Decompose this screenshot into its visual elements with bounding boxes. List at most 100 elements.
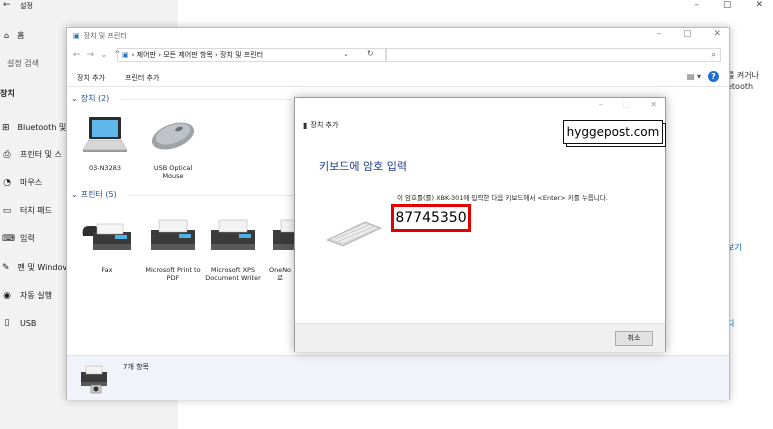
device-label: Microsoft XPS Document Writer [205, 266, 261, 282]
mouse-icon: ◔ [3, 177, 11, 188]
group-divider [127, 195, 297, 196]
settings-nav-autoplay[interactable]: ◉ 자동 실행 [2, 290, 66, 301]
cp-window-controls: – ▢ ✕ [656, 29, 721, 39]
settings-nav-mouse[interactable]: ◔ 마우스 [2, 177, 66, 188]
settings-home[interactable]: ⌂ 홈 [4, 30, 24, 41]
settings-nav-pen[interactable]: ✎ 펜 및 Windov [2, 262, 66, 273]
laptop-icon [82, 117, 128, 152]
add-device-icon: ▮ [303, 120, 308, 130]
cancel-button[interactable]: 취소 [615, 331, 653, 346]
dialog-title: 장치 추가 [310, 121, 339, 129]
printer-icon [211, 219, 255, 250]
address-row: ← → ⌄ ↑ ▣ › 제어판 › 모든 제어판 항목 › 장치 및 프린터 ⌄… [67, 48, 729, 64]
nav-arrows: ← → ⌄ ↑ [73, 50, 121, 60]
watermark-logo: hyggepost.com [563, 120, 663, 144]
settings-nav-label: 자동 실행 [20, 291, 52, 300]
devices-printers-icon: ▣ [73, 32, 80, 40]
dialog-heading: 키보드에 암호 입력 [319, 160, 407, 173]
settings-nav-touchpad[interactable]: ▭ 터치 패드 [2, 205, 66, 216]
printer-microsoft-print-to-pdf[interactable]: Microsoft Print to PDF [143, 214, 203, 282]
settings-nav-label: 펜 및 Windov [17, 263, 66, 272]
printer-icon [151, 219, 195, 250]
minimize-icon[interactable]: – [656, 29, 661, 39]
view-options-icon[interactable]: ▤ ▾ [687, 72, 701, 81]
add-device-command[interactable]: 장치 추가 [77, 73, 105, 83]
dialog-window-controls: – ▢ ✕ [599, 100, 657, 109]
printer-icon [273, 219, 295, 250]
group-divider [121, 99, 291, 100]
maximize-icon[interactable]: ▢ [683, 29, 692, 39]
settings-nav-label: 마우스 [20, 178, 43, 187]
close-icon[interactable]: ✕ [755, 0, 763, 10]
add-printer-command[interactable]: 프린터 추가 [125, 73, 159, 83]
printer-camera-icon [81, 365, 107, 394]
printer-icon: ⎙ [3, 149, 11, 160]
group-label: 장치 (2) [80, 94, 110, 103]
chevron-down-icon: ⌄ [71, 94, 78, 103]
fax-icon [82, 223, 131, 250]
settings-nav-label: 터치 패드 [20, 206, 52, 215]
device-label: Microsoft Print to PDF [145, 266, 201, 282]
maximize-icon: ▢ [622, 100, 631, 109]
printer-fax[interactable]: Fax [77, 214, 137, 274]
breadcrumb-control-panel[interactable]: 제어판 [137, 50, 156, 60]
settings-nav-label: Bluetooth 및 [17, 123, 66, 132]
autoplay-icon: ◉ [3, 290, 11, 301]
minimize-icon[interactable]: – [599, 100, 603, 109]
forward-arrow-icon[interactable]: → [87, 50, 95, 60]
group-header-printers[interactable]: ⌄ 프린터 (5) [71, 189, 117, 200]
chevron-down-icon: ⌄ [71, 190, 78, 199]
dialog-instruction: 이 암호를(를) XBK-301에 입력한 다음 키보드에서 <Enter> 키… [397, 194, 608, 202]
device-mouse[interactable]: USB Optical Mouse [143, 114, 203, 180]
add-device-dialog: – ▢ ✕ ▮ 장치 추가 hyggepost.com 키보드에 암호 입력 이… [294, 97, 666, 352]
maximize-icon[interactable]: ▢ [723, 0, 732, 10]
touchpad-icon: ▭ [2, 205, 12, 216]
status-bar: 7개 항목 [67, 355, 729, 400]
close-icon[interactable]: ✕ [713, 29, 721, 39]
address-separator: › [212, 51, 221, 59]
breadcrumb-all-items[interactable]: 모든 제어판 항목 [163, 50, 213, 60]
settings-section-title: 장치 [0, 89, 15, 98]
help-icon[interactable]: ? [708, 71, 719, 82]
settings-title: 설정 [20, 2, 33, 10]
back-arrow-icon[interactable]: ← [73, 50, 81, 60]
group-label: 프린터 (5) [80, 190, 117, 199]
device-label: USB Optical Mouse [153, 164, 193, 180]
settings-nav-usb[interactable]: ▯ USB [2, 318, 66, 328]
settings-nav-label: 프린터 및 스 [20, 150, 62, 159]
device-label: 03-N3283 [88, 164, 122, 172]
cp-window-title: 장치 및 프린터 [83, 32, 127, 40]
settings-nav-bluetooth[interactable]: ⊞ Bluetooth 및 [2, 122, 66, 133]
group-header-devices[interactable]: ⌄ 장치 (2) [71, 93, 109, 104]
printer-microsoft-xps[interactable]: Microsoft XPS Document Writer [203, 214, 263, 282]
address-dropdown-icon[interactable]: ⌄ [343, 50, 349, 58]
keyboard-icon [326, 221, 382, 246]
dialog-footer: 취소 [295, 323, 665, 352]
settings-window-controls: – ▢ ✕ [694, 0, 763, 10]
home-icon: ⌂ [4, 31, 10, 40]
mouse-icon [151, 122, 195, 150]
back-arrow-icon[interactable]: ← [3, 0, 11, 10]
device-label: OneNo 로 [268, 266, 292, 282]
pen-icon: ✎ [2, 262, 10, 273]
device-label: Fax [101, 266, 113, 274]
pairing-code: 87745350 [391, 204, 471, 232]
search-icon: ⌕ [711, 50, 716, 59]
minimize-icon[interactable]: – [694, 0, 699, 10]
settings-nav-input[interactable]: ⌨ 입력 [2, 233, 66, 244]
device-laptop[interactable]: 03-N3283 [75, 114, 135, 172]
settings-search-input[interactable]: 설정 검색 [4, 58, 67, 72]
address-separator: › [155, 51, 164, 59]
settings-nav-label: 입력 [20, 234, 35, 243]
item-count: 7개 항목 [123, 363, 149, 371]
breadcrumb-devices-printers[interactable]: 장치 및 프린터 [220, 50, 263, 60]
close-icon[interactable]: ✕ [650, 100, 657, 109]
search-input[interactable]: ⌕ [385, 48, 721, 62]
settings-text-fragment: etooth [727, 82, 754, 91]
recent-chevron-icon[interactable]: ⌄ [100, 50, 108, 60]
settings-nav-printers[interactable]: ⎙ 프린터 및 스 [2, 149, 66, 160]
printer-onenote[interactable]: OneNo 로 [265, 214, 295, 282]
usb-icon: ▯ [4, 318, 10, 328]
refresh-icon[interactable]: ↻ [367, 49, 374, 58]
settings-home-label: 홈 [17, 31, 25, 40]
